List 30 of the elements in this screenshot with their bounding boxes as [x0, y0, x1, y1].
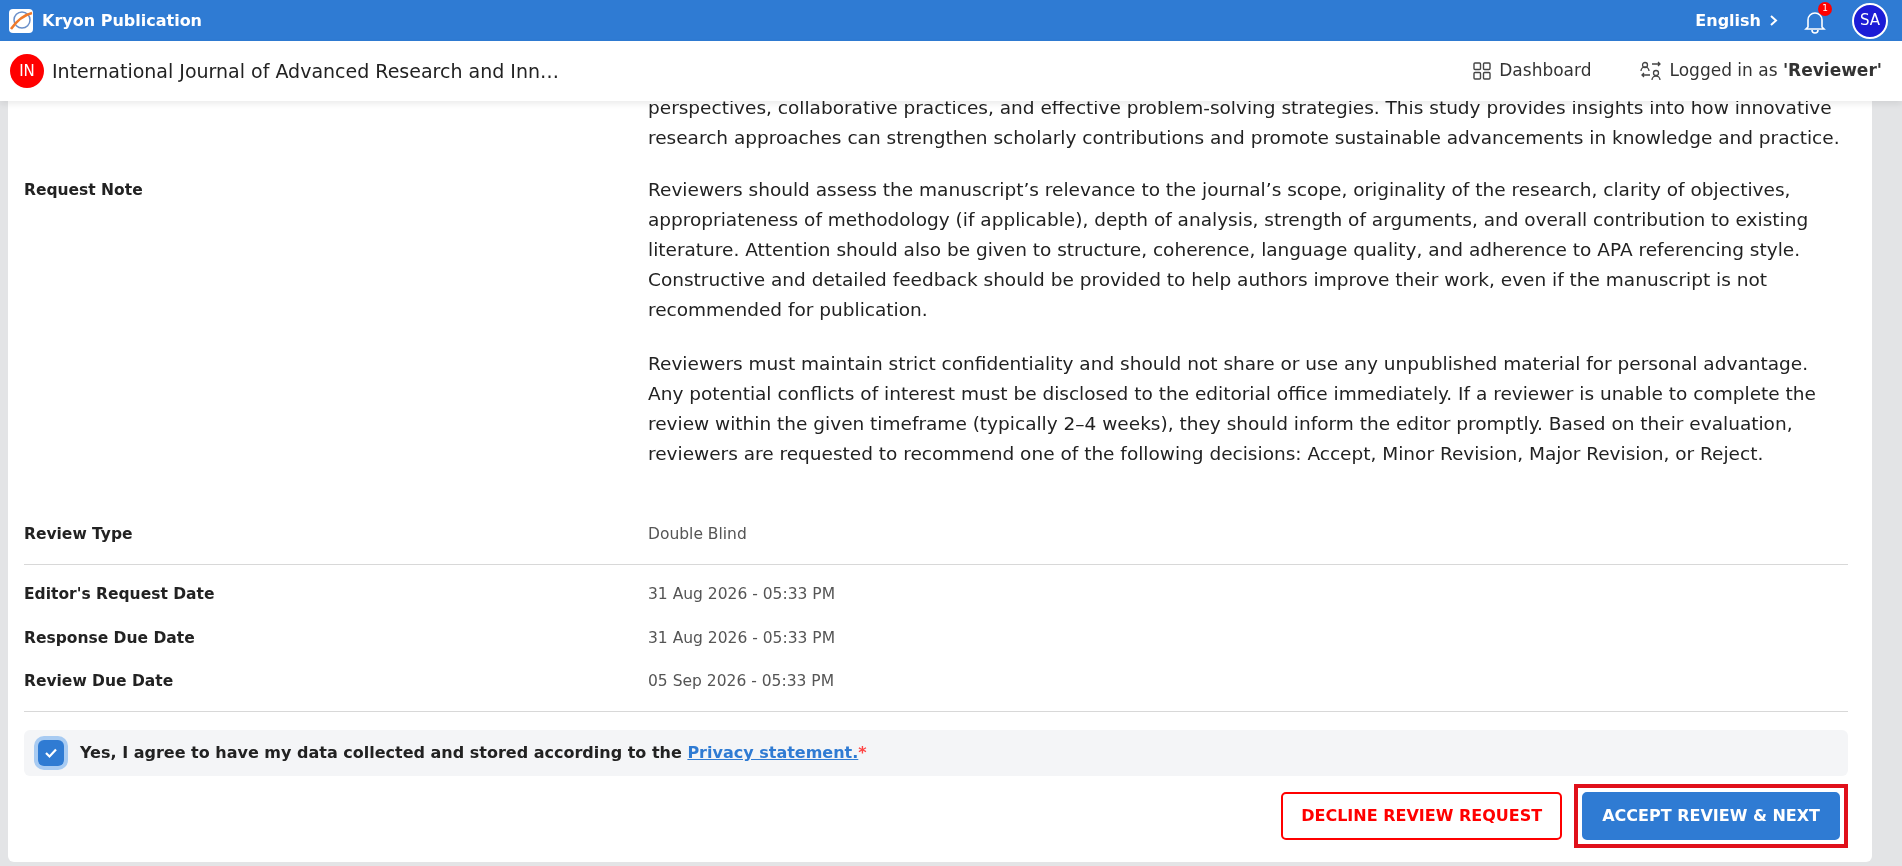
journal-initials: IN	[10, 54, 44, 88]
action-button[interactable]: ACCEPT REVIEW & NEXT	[1582, 792, 1840, 840]
field-value: 31 Aug 2026 - 05:33 PM	[648, 584, 836, 606]
language-selector[interactable]: English	[1695, 8, 1778, 33]
privacy-link[interactable]: Privacy statement.	[687, 743, 859, 762]
field-label: Editor's Request Date	[24, 584, 216, 606]
field-label: Review Type	[24, 524, 134, 545]
consent-text: Yes, I agree to have my data collected and stored according to the Privacy statement.*	[80, 742, 867, 764]
logo-icon	[8, 7, 34, 34]
journal-title[interactable]: International Journal of Advanced Research and Inn…	[52, 56, 559, 86]
abstract-text: perspectives, collaborative practices, and effective problem-solving strategies. This study provides insights into how innovative research approaches can strengthen scholarly contributions and promote sustainable advancements in knowledge and practice.	[648, 96, 1841, 150]
action-button[interactable]: DECLINE REVIEW REQUEST	[1281, 792, 1563, 840]
notification-count: 1	[1818, 1, 1832, 16]
check-icon	[44, 747, 58, 759]
note-paragraph: Reviewers should assess the manuscript’s relevance to the journal’s scope, originality of the research, clarity of objectives, appropriateness of methodology (if applicable), depth of analysis, strength of arguments, and overall contribution to existing literature. Attention should also be given to structure, coherence, language quality, and adherence to APA referencing style. Constructive and detailed feedback should be provided to help authors improve their work, even if the manuscript is not recommended for publication.	[648, 178, 1810, 322]
dashboard-link[interactable]: Dashboard	[1499, 58, 1592, 84]
field-label: Review Due Date	[24, 670, 175, 692]
field-value: 05 Sep 2026 - 05:33 PM	[648, 670, 834, 692]
user-avatar[interactable]: SA	[1852, 2, 1888, 39]
role-label: Logged in as 'Reviewer'	[1669, 59, 1882, 83]
field-value: 31 Aug 2026 - 05:33 PM	[648, 627, 836, 649]
field-label: Request Note	[24, 180, 144, 201]
grid-icon	[1473, 62, 1492, 80]
app-name[interactable]: Kryon Publication	[42, 8, 202, 33]
note-paragraph: Reviewers must maintain strict confidentiality and should not share or use any unpublished material for personal advantage. Any potential conflicts of interest must be disclosed to the editorial office immediately. If a reviewer is unable to complete the review within the given timeframe (typically 2–4 weeks), they should inform the editor promptly. Based on their evaluation, reviewers are requested to recommend one of the following decisions: Accept, Minor Revision, Major Revision, or Reject.	[648, 352, 1817, 466]
field-value: Double Blind	[648, 524, 747, 545]
field-label: Response Due Date	[24, 627, 196, 649]
required-mark: *	[858, 743, 867, 762]
chevron-right-icon	[1769, 14, 1778, 27]
switch-user-icon	[1639, 61, 1662, 81]
